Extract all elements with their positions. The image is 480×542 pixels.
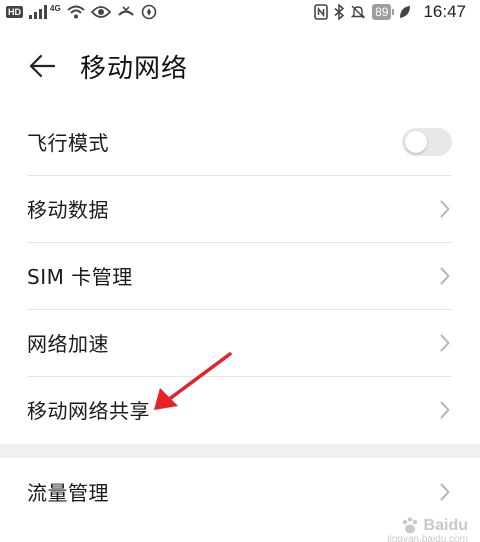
nfc-icon <box>314 4 328 20</box>
network-type-label: 4G <box>50 3 61 13</box>
setting-sim-management[interactable]: SIM 卡管理 <box>0 242 480 309</box>
airplane-mode-toggle[interactable] <box>402 127 452 156</box>
setting-data-usage[interactable]: 流量管理 <box>0 458 480 525</box>
baidu-watermark: Baidu jingyan.baidu.com <box>387 516 468 542</box>
toggle-knob <box>405 130 427 153</box>
bluetooth-icon <box>334 4 345 20</box>
paw-logo-icon <box>402 517 417 534</box>
status-bar: HD 4G 89 16:47 <box>0 0 480 24</box>
chevron-right-icon <box>438 333 452 353</box>
watermark-url: jingyan.baidu.com <box>387 534 468 542</box>
setting-label: 飞行模式 <box>27 131 109 155</box>
hd-badge: HD <box>6 6 23 18</box>
chevron-right-icon <box>438 199 452 219</box>
leaf-icon <box>399 5 411 19</box>
status-time: 16:47 <box>423 2 466 21</box>
battery-indicator: 89 <box>372 4 395 20</box>
chevron-right-icon <box>438 400 452 420</box>
section-divider <box>0 444 480 458</box>
setting-label: SIM 卡管理 <box>27 265 133 289</box>
back-arrow-icon <box>29 54 55 78</box>
setting-label: 移动数据 <box>27 198 109 222</box>
status-bar-left: HD 4G <box>6 4 157 20</box>
status-bar-right: 89 16:47 <box>314 2 466 22</box>
back-button[interactable] <box>28 52 56 80</box>
setting-airplane-mode[interactable]: 飞行模式 <box>0 108 480 175</box>
app-header: 移动网络 <box>0 24 480 108</box>
compass-icon <box>141 4 157 20</box>
mute-bell-icon <box>350 4 366 20</box>
page-title: 移动网络 <box>80 53 189 84</box>
missed-call-icon <box>117 5 135 19</box>
setting-label: 流量管理 <box>27 481 109 505</box>
setting-label: 网络加速 <box>27 332 109 356</box>
eye-icon <box>90 5 111 19</box>
watermark-brand: Baidu <box>423 517 468 534</box>
setting-label: 移动网络共享 <box>27 399 150 423</box>
chevron-right-icon <box>438 482 452 502</box>
signal-icon <box>29 5 47 19</box>
chevron-right-icon <box>438 266 452 286</box>
setting-tethering[interactable]: 移动网络共享 <box>0 376 480 443</box>
settings-list: 飞行模式 移动数据 SIM 卡管理 网络加速 移动网络共享 <box>0 108 480 444</box>
wifi-icon <box>67 5 85 19</box>
setting-mobile-data[interactable]: 移动数据 <box>0 175 480 242</box>
setting-network-acceleration[interactable]: 网络加速 <box>0 309 480 376</box>
